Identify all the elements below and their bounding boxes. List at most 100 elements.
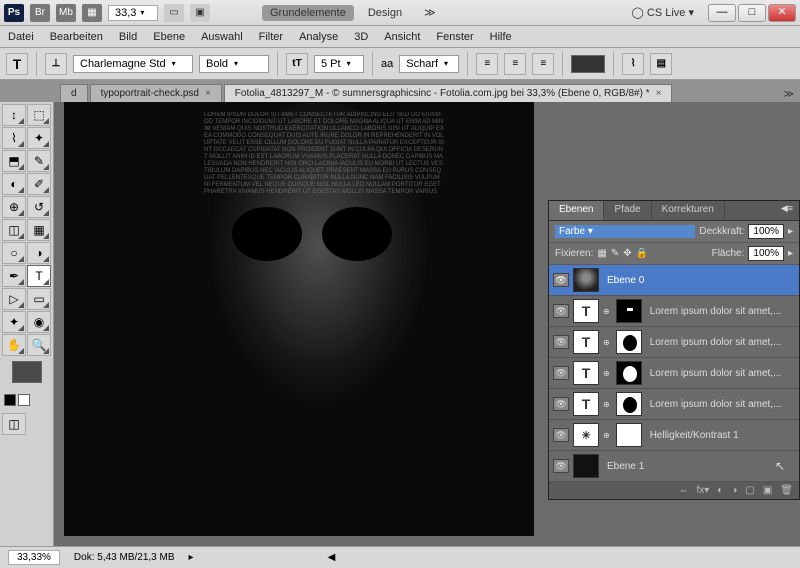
- minimize-button[interactable]: —: [708, 4, 736, 22]
- type-tool[interactable]: T: [27, 265, 51, 287]
- stamp-tool[interactable]: ⊕: [2, 196, 26, 218]
- fill-input[interactable]: 100%: [748, 246, 784, 261]
- lock-all-icon[interactable]: 🔒: [636, 248, 648, 259]
- layer-thumbnail[interactable]: [573, 268, 599, 292]
- close-icon[interactable]: ×: [205, 88, 211, 99]
- layout-icon[interactable]: ▦: [82, 4, 102, 22]
- align-center-icon[interactable]: ≡: [504, 53, 526, 75]
- mask-icon[interactable]: ◐: [717, 485, 723, 496]
- visibility-icon[interactable]: 👁: [553, 366, 569, 380]
- blur-tool[interactable]: ○: [2, 242, 26, 264]
- layer-adjustment[interactable]: 👁 ☀ ⊕ Helligkeit/Kontrast 1: [549, 420, 799, 451]
- new-layer-icon[interactable]: ▣: [763, 485, 772, 496]
- visibility-icon[interactable]: 👁: [553, 428, 569, 442]
- lock-pixels-icon[interactable]: ▦: [597, 248, 606, 259]
- fill-arrow-icon[interactable]: ▸: [788, 248, 793, 259]
- layer-thumbnail[interactable]: [573, 454, 599, 478]
- status-arrow-icon[interactable]: ▸: [189, 552, 194, 563]
- layer-mask[interactable]: [616, 330, 642, 354]
- layer-ebene1[interactable]: 👁 Ebene 1 ↖: [549, 451, 799, 482]
- gradient-tool[interactable]: ▦: [27, 219, 51, 241]
- 3d-tool[interactable]: ✦: [2, 311, 26, 333]
- menu-ebene[interactable]: Ebene: [153, 31, 185, 43]
- adjustment-icon[interactable]: ◑: [731, 485, 737, 496]
- zoom-tool[interactable]: 🔍: [27, 334, 51, 356]
- link-icon[interactable]: ⇔: [678, 485, 688, 496]
- workspace-more[interactable]: ≫: [416, 4, 444, 21]
- ps-icon[interactable]: Ps: [4, 4, 24, 22]
- tab-scroll[interactable]: ≫: [778, 87, 800, 102]
- layer-text-4[interactable]: 👁 T ⊕ Lorem ipsum dolor sit amet,...: [549, 389, 799, 420]
- align-left-icon[interactable]: ≡: [476, 53, 498, 75]
- workspace-grundelemente[interactable]: Grundelemente: [262, 5, 354, 21]
- hand-tool[interactable]: ✋: [2, 334, 26, 356]
- screen-icon[interactable]: ▣: [190, 4, 210, 22]
- menu-datei[interactable]: Datei: [8, 31, 34, 43]
- opacity-input[interactable]: 100%: [748, 224, 784, 239]
- layer-thumbnail[interactable]: T: [573, 392, 599, 416]
- close-button[interactable]: ✕: [768, 4, 796, 22]
- layer-mask[interactable]: [616, 361, 642, 385]
- antialias-select[interactable]: Scharf: [399, 55, 459, 73]
- layer-text-3[interactable]: 👁 T ⊕ Lorem ipsum dolor sit amet,...: [549, 358, 799, 389]
- eraser-tool[interactable]: ◫: [2, 219, 26, 241]
- visibility-icon[interactable]: 👁: [553, 273, 569, 287]
- marquee-tool[interactable]: ⬚: [27, 104, 51, 126]
- opacity-arrow-icon[interactable]: ▸: [788, 226, 793, 237]
- swap-colors[interactable]: [18, 394, 30, 406]
- quickmask-tool[interactable]: ◫: [2, 413, 26, 435]
- menu-hilfe[interactable]: Hilfe: [490, 31, 512, 43]
- move-tool[interactable]: ↕: [2, 104, 26, 126]
- visibility-icon[interactable]: 👁: [553, 459, 569, 473]
- menu-bild[interactable]: Bild: [119, 31, 137, 43]
- lock-brush-icon[interactable]: ✎: [611, 248, 619, 259]
- brush-tool[interactable]: ✐: [27, 173, 51, 195]
- group-icon[interactable]: ▢: [745, 485, 754, 496]
- view-icon[interactable]: ▭: [164, 4, 184, 22]
- visibility-icon[interactable]: 👁: [553, 397, 569, 411]
- maximize-button[interactable]: □: [738, 4, 766, 22]
- align-right-icon[interactable]: ≡: [532, 53, 554, 75]
- delete-icon[interactable]: 🗑: [780, 485, 793, 496]
- eyedropper-tool[interactable]: ✎: [27, 150, 51, 172]
- menu-analyse[interactable]: Analyse: [299, 31, 338, 43]
- layer-thumbnail[interactable]: T: [573, 330, 599, 354]
- doc-tab-2[interactable]: typoportrait-check.psd×: [90, 84, 222, 102]
- history-brush-tool[interactable]: ↺: [27, 196, 51, 218]
- workspace-design[interactable]: Design: [360, 5, 410, 21]
- font-family-select[interactable]: Charlemagne Std: [73, 55, 193, 73]
- zoom-select[interactable]: 33,3: [108, 5, 158, 21]
- layer-text-1[interactable]: 👁 T ⊕ Lorem ipsum dolor sit amet,...: [549, 296, 799, 327]
- orientation-icon[interactable]: ⊥: [45, 53, 67, 75]
- menu-3d[interactable]: 3D: [354, 31, 368, 43]
- menu-bearbeiten[interactable]: Bearbeiten: [50, 31, 103, 43]
- menu-auswahl[interactable]: Auswahl: [201, 31, 243, 43]
- shape-tool[interactable]: ▭: [27, 288, 51, 310]
- lasso-tool[interactable]: ⌇: [2, 127, 26, 149]
- layer-ebene0[interactable]: 👁 Ebene 0: [549, 265, 799, 296]
- visibility-icon[interactable]: 👁: [553, 304, 569, 318]
- layer-thumbnail[interactable]: T: [573, 299, 599, 323]
- panel-tab-korrekturen[interactable]: Korrekturen: [652, 201, 725, 220]
- doc-tab-1[interactable]: d: [60, 84, 88, 102]
- layer-mask[interactable]: [616, 299, 642, 323]
- pen-tool[interactable]: ✒: [2, 265, 26, 287]
- doc-tab-3[interactable]: Fotolia_4813297_M - © sumnersgraphicsinc…: [224, 84, 673, 102]
- layer-mask[interactable]: [616, 423, 642, 447]
- layer-mask[interactable]: [616, 392, 642, 416]
- text-color-swatch[interactable]: [571, 55, 605, 73]
- cslive-button[interactable]: ◯ CS Live ▾: [624, 4, 702, 21]
- wand-tool[interactable]: ✦: [27, 127, 51, 149]
- heal-tool[interactable]: ◐: [2, 173, 26, 195]
- 3d-camera-tool[interactable]: ◉: [27, 311, 51, 333]
- menu-ansicht[interactable]: Ansicht: [384, 31, 420, 43]
- warp-icon[interactable]: ⌇: [622, 53, 644, 75]
- dodge-tool[interactable]: ◑: [27, 242, 51, 264]
- scroll-left-icon[interactable]: ◀: [328, 552, 336, 563]
- menu-filter[interactable]: Filter: [259, 31, 283, 43]
- path-tool[interactable]: ▷: [2, 288, 26, 310]
- panel-tab-pfade[interactable]: Pfade: [604, 201, 651, 220]
- layer-thumbnail[interactable]: ☀: [573, 423, 599, 447]
- font-size-select[interactable]: 5 Pt: [314, 55, 364, 73]
- panel-tab-ebenen[interactable]: Ebenen: [549, 201, 604, 220]
